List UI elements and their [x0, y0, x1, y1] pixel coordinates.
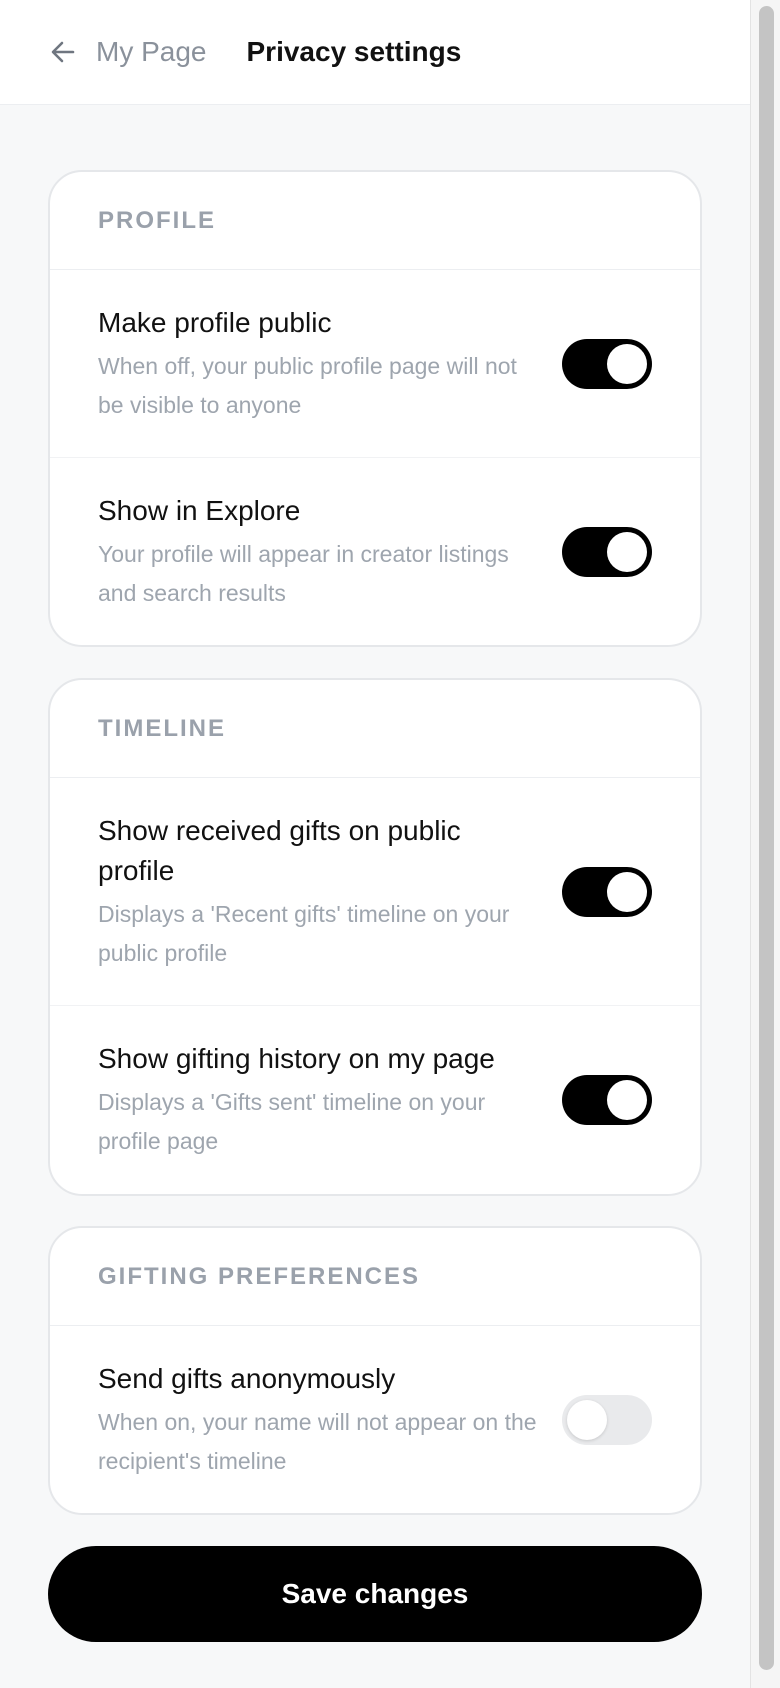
setting-row-show-received-gifts: Show received gifts on public profile Di… — [50, 778, 700, 1006]
section-title: PROFILE — [98, 206, 217, 234]
setting-description: Displays a 'Recent gifts' timeline on yo… — [98, 900, 510, 966]
setting-text: Send gifts anonymously When on, your nam… — [98, 1359, 538, 1481]
arrow-left-icon — [48, 37, 78, 67]
back-label: My Page — [96, 36, 207, 67]
profile-section-card: PROFILE Make profile public When off, yo… — [48, 170, 702, 647]
show-received-gifts-toggle[interactable] — [562, 866, 652, 917]
section-title: TIMELINE — [98, 714, 226, 742]
setting-title: Make profile public — [98, 306, 332, 338]
toggle-knob — [607, 531, 647, 572]
back-link[interactable]: My Page — [48, 36, 207, 68]
setting-text: Make profile public When off, your publi… — [98, 303, 538, 425]
make-profile-public-toggle[interactable] — [562, 338, 652, 389]
toggle-knob — [567, 1399, 607, 1440]
setting-row-show-gifting-history: Show gifting history on my page Displays… — [50, 1006, 700, 1194]
show-gifting-history-toggle[interactable] — [562, 1075, 652, 1125]
setting-text: Show in Explore Your profile will appear… — [98, 491, 538, 613]
setting-description: Your profile will appear in creator list… — [98, 540, 509, 606]
toggle-knob — [607, 1080, 647, 1120]
page-title: Privacy settings — [246, 36, 462, 67]
scrollbar[interactable] — [750, 0, 780, 1688]
timeline-section-header: TIMELINE — [50, 680, 700, 778]
toggle-knob — [607, 871, 647, 912]
gifting-preferences-section-header: GIFTING PREFERENCES — [50, 1228, 700, 1326]
scrollbar-thumb[interactable] — [759, 6, 774, 1670]
gifting-preferences-section-card: GIFTING PREFERENCES Send gifts anonymous… — [48, 1226, 702, 1515]
section-title: GIFTING PREFERENCES — [98, 1262, 421, 1290]
setting-description: When off, your public profile page will … — [98, 352, 517, 418]
privacy-settings-screen: My Page Privacy settings PROFILE Make pr… — [0, 0, 750, 1688]
show-in-explore-toggle[interactable] — [562, 526, 652, 577]
setting-title: Show received gifts on public profile — [98, 814, 461, 886]
setting-row-show-in-explore: Show in Explore Your profile will appear… — [50, 458, 700, 645]
setting-description: Displays a 'Gifts sent' timeline on your… — [98, 1089, 486, 1154]
timeline-section-card: TIMELINE Show received gifts on public p… — [48, 678, 702, 1196]
profile-section-header: PROFILE — [50, 172, 700, 270]
top-bar: My Page Privacy settings — [0, 0, 750, 105]
toggle-knob — [607, 343, 647, 384]
setting-text: Show gifting history on my page Displays… — [98, 1039, 538, 1161]
setting-title: Send gifts anonymously — [98, 1362, 396, 1394]
send-gifts-anonymously-toggle[interactable] — [562, 1394, 652, 1445]
setting-title: Show in Explore — [98, 494, 301, 526]
setting-title: Show gifting history on my page — [98, 1043, 495, 1074]
setting-row-make-profile-public: Make profile public When off, your publi… — [50, 270, 700, 458]
setting-description: When on, your name will not appear on th… — [98, 1408, 537, 1474]
setting-text: Show received gifts on public profile Di… — [98, 811, 538, 973]
save-changes-button[interactable]: Save changes — [48, 1546, 702, 1642]
setting-row-send-gifts-anonymously: Send gifts anonymously When on, your nam… — [50, 1326, 700, 1513]
